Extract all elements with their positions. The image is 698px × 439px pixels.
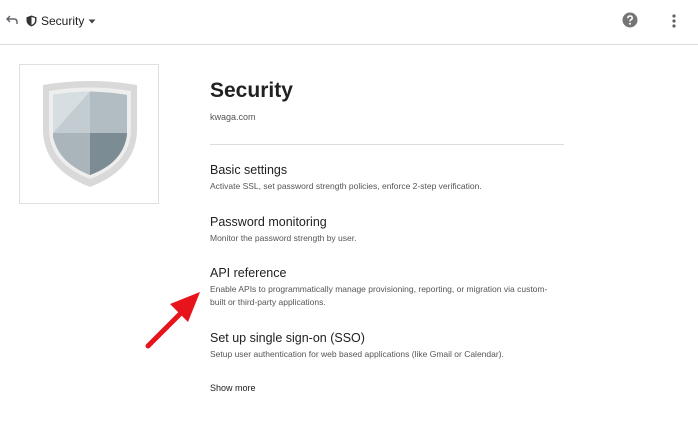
settings-item-password-monitoring[interactable]: Password monitoring Monitor the password…	[210, 214, 570, 245]
back-button[interactable]	[4, 11, 20, 29]
caret-down-icon	[88, 19, 96, 23]
settings-item-basic-settings[interactable]: Basic settings Activate SSL, set passwor…	[210, 162, 570, 193]
help-button[interactable]	[622, 12, 638, 28]
annotation-arrow-icon	[145, 292, 200, 349]
item-title: Basic settings	[210, 163, 288, 177]
page-title: Security	[210, 79, 293, 102]
breadcrumb-label: Security	[41, 14, 85, 28]
security-logo-card	[19, 64, 159, 204]
item-description: Activate SSL, set password strength poli…	[210, 181, 482, 191]
item-description: Setup user authentication for web based …	[210, 349, 504, 359]
help-icon	[622, 12, 638, 28]
top-bar: Security	[0, 0, 698, 45]
show-more-link[interactable]: Show more	[210, 383, 256, 393]
settings-item-sso[interactable]: Set up single sign-on (SSO) Setup user a…	[210, 330, 570, 361]
section-breadcrumb[interactable]: Security	[26, 12, 96, 30]
more-vert-icon	[672, 14, 676, 28]
shield-icon	[26, 15, 37, 27]
more-options-button[interactable]	[666, 12, 682, 30]
back-arrow-icon	[6, 15, 18, 24]
divider	[210, 144, 564, 145]
item-title: Set up single sign-on (SSO)	[210, 331, 365, 345]
item-description: Monitor the password strength by user.	[210, 233, 357, 243]
shield-logo-icon	[43, 81, 137, 187]
domain-name: kwaga.com	[210, 112, 256, 122]
item-description: Enable APIs to programmatically manage p…	[210, 284, 548, 307]
item-title: Password monitoring	[210, 215, 327, 229]
item-title: API reference	[210, 266, 287, 280]
settings-item-api-reference[interactable]: API reference Enable APIs to programmati…	[210, 265, 550, 309]
